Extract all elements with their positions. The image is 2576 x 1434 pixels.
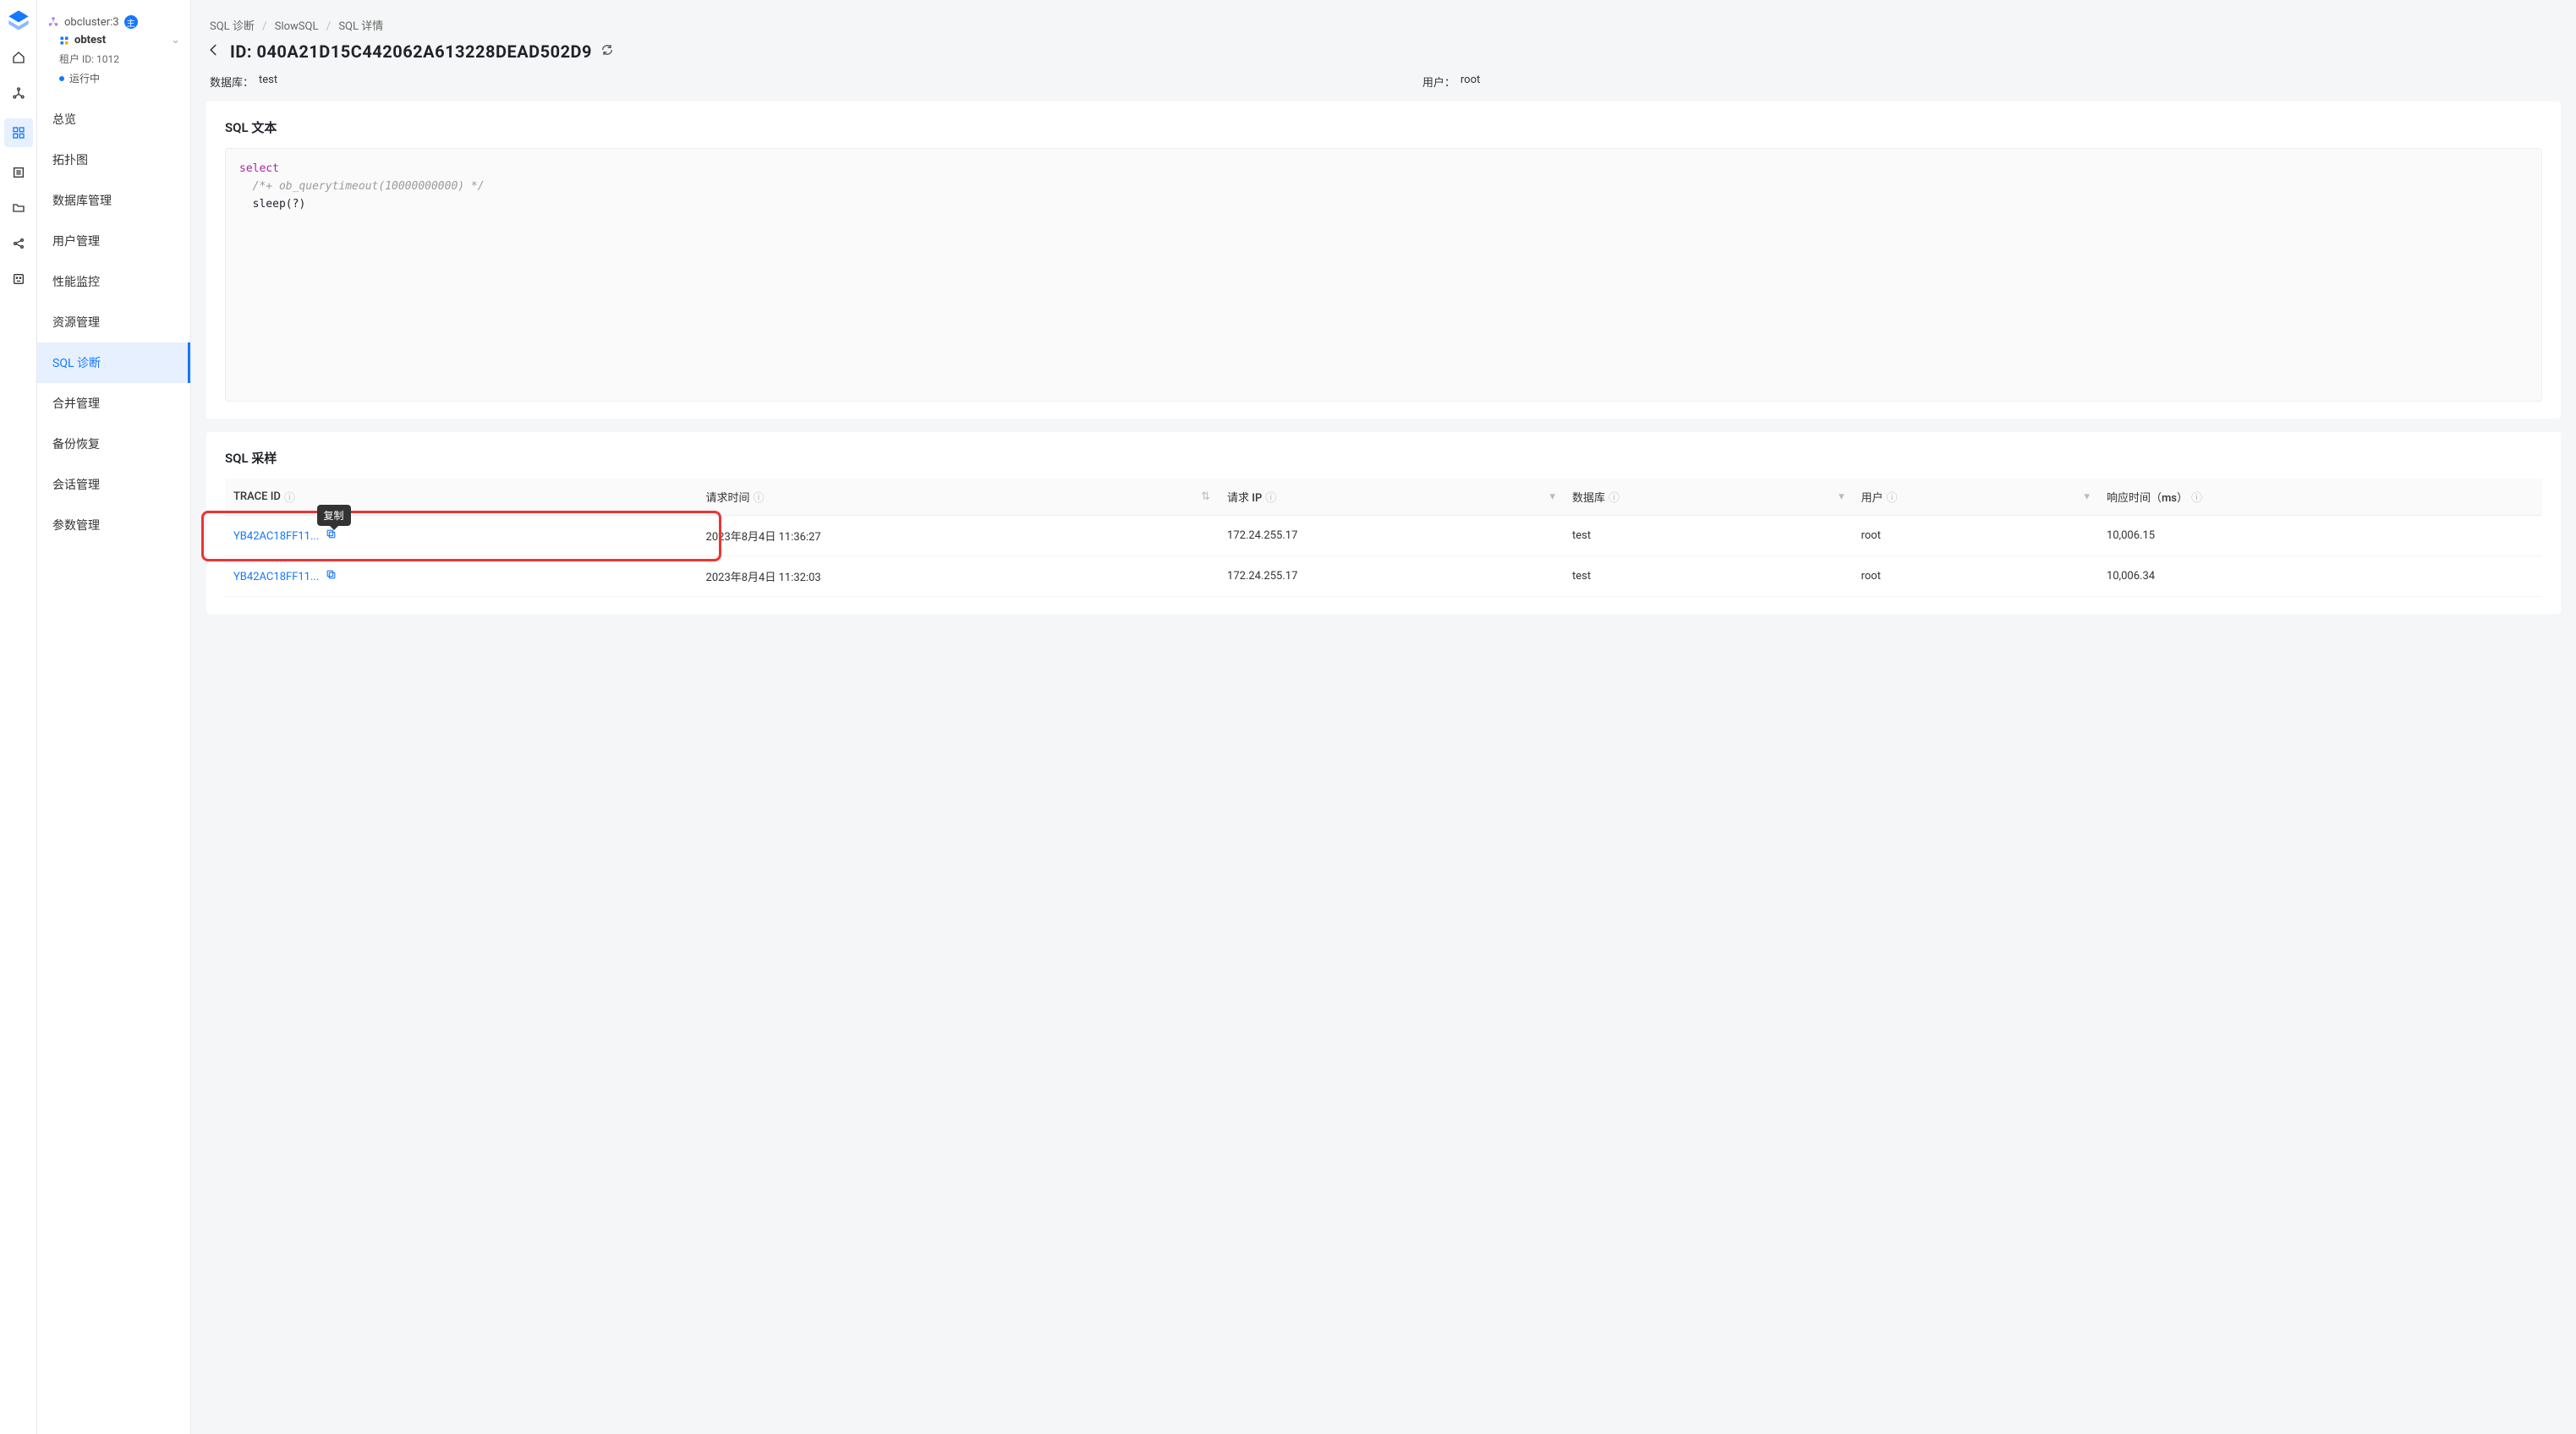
db-cell: test xyxy=(1564,556,1853,597)
sql-text-heading: SQL 文本 xyxy=(225,118,2542,136)
sql-sample-card: SQL 采样 TRACE IDⓘ 请求时间ⓘ⇅ 请求 IPⓘ▾ 数据库ⓘ▾ 用户… xyxy=(206,432,2561,614)
page-title: ID: 040A21D15C442062A613228DEAD502D9 xyxy=(230,41,592,62)
breadcrumb-sql-diag[interactable]: SQL 诊断 xyxy=(210,20,255,33)
table-row: YB42AC18FF11... 2023年8月4日 11:36:27172.24… xyxy=(225,516,2542,556)
tenant-icon xyxy=(59,36,69,46)
status-dot xyxy=(59,76,64,81)
tenant-id: 租户 ID: 1012 xyxy=(59,52,180,66)
sidebar-item-2[interactable]: 数据库管理 xyxy=(37,180,190,221)
topology-icon[interactable] xyxy=(8,83,29,103)
folder-icon[interactable] xyxy=(8,198,29,218)
primary-badge: 主 xyxy=(124,15,138,29)
info-icon: ⓘ xyxy=(284,489,295,505)
col-req-ip[interactable]: 请求 IPⓘ▾ xyxy=(1219,479,1564,516)
breadcrumb: SQL 诊断 / SlowSQL / SQL 详情 xyxy=(206,8,2561,41)
chevron-down-icon[interactable]: ⌄ xyxy=(171,34,180,47)
cluster-name[interactable]: obcluster:3 xyxy=(64,16,119,29)
user-label: 用户 xyxy=(1422,74,1455,90)
sql-sample-heading: SQL 采样 xyxy=(225,449,2542,467)
nav-items: 总览拓扑图数据库管理用户管理性能监控资源管理SQL 诊断合并管理备份恢复会话管理… xyxy=(37,99,190,545)
info-icon: ⓘ xyxy=(2191,489,2202,505)
home-icon[interactable] xyxy=(8,47,29,68)
col-user[interactable]: 用户ⓘ▾ xyxy=(1853,479,2098,516)
sidebar-item-7[interactable]: 合并管理 xyxy=(37,383,190,424)
icon-rail xyxy=(0,0,37,1434)
sidebar-item-3[interactable]: 用户管理 xyxy=(37,221,190,261)
filter-icon[interactable]: ▾ xyxy=(1839,490,1844,503)
col-trace-id[interactable]: TRACE IDⓘ xyxy=(225,479,698,516)
col-db[interactable]: 数据库ⓘ▾ xyxy=(1564,479,1853,516)
req-ip-cell: 172.24.255.17 xyxy=(1219,556,1564,597)
req-time-cell: 2023年8月4日 11:32:03 xyxy=(698,556,1219,597)
sidebar-item-1[interactable]: 拓扑图 xyxy=(37,140,190,180)
req-ip-cell: 172.24.255.17 xyxy=(1219,516,1564,556)
sort-icon[interactable]: ⇅ xyxy=(1201,490,1210,503)
col-resp-time[interactable]: 响应时间（ms）ⓘ xyxy=(2098,479,2542,516)
info-icon: ⓘ xyxy=(1609,489,1620,505)
refresh-button[interactable] xyxy=(600,43,614,60)
resp-time-cell: 10,006.34 xyxy=(2098,556,2542,597)
resp-time-cell: 10,006.15 xyxy=(2098,516,2542,556)
user-value: root xyxy=(1461,74,1480,90)
sidebar-item-10[interactable]: 参数管理 xyxy=(37,505,190,545)
sidebar-item-9[interactable]: 会话管理 xyxy=(37,464,190,505)
tenant-name[interactable]: obtest xyxy=(74,34,106,47)
filter-icon[interactable]: ▾ xyxy=(2084,490,2090,503)
main-content: SQL 诊断 / SlowSQL / SQL 详情 ID: 040A21D15C… xyxy=(191,0,2576,1434)
info-icon: ⓘ xyxy=(1887,489,1898,505)
db-value: test xyxy=(259,74,277,90)
cluster-icon xyxy=(47,16,59,28)
list-icon[interactable] xyxy=(8,162,29,183)
tenant-status: 运行中 xyxy=(59,71,180,85)
user-cell: root xyxy=(1853,556,2098,597)
info-icon: ⓘ xyxy=(1265,489,1276,505)
info-icon: ⓘ xyxy=(754,489,765,505)
grid-icon[interactable] xyxy=(4,118,33,147)
sidebar: obcluster:3 主 obtest ⌄ 租户 ID: 1012 运行中 总… xyxy=(37,0,191,1434)
sql-text-box[interactable]: select /*+ ob_querytimeout(10000000000) … xyxy=(225,148,2542,402)
req-time-cell: 2023年8月4日 11:36:27 xyxy=(698,516,1219,556)
copy-tooltip: 复制 xyxy=(317,505,351,526)
user-cell: root xyxy=(1853,516,2098,556)
breadcrumb-slowsql[interactable]: SlowSQL xyxy=(275,20,319,33)
filter-icon[interactable]: ▾ xyxy=(1549,490,1555,503)
col-req-time[interactable]: 请求时间ⓘ⇅ xyxy=(698,479,1219,516)
trace-id-link[interactable]: YB42AC18FF11... xyxy=(225,556,698,597)
share-icon[interactable] xyxy=(8,233,29,254)
sidebar-item-4[interactable]: 性能监控 xyxy=(37,261,190,302)
sidebar-item-6[interactable]: SQL 诊断 xyxy=(37,342,190,383)
copy-icon[interactable] xyxy=(326,571,337,583)
sidebar-item-8[interactable]: 备份恢复 xyxy=(37,424,190,464)
sidebar-item-5[interactable]: 资源管理 xyxy=(37,302,190,342)
app-logo xyxy=(7,8,30,32)
table-row: YB42AC18FF11... 2023年8月4日 11:32:03172.24… xyxy=(225,556,2542,597)
db-label: 数据库 xyxy=(210,74,254,90)
cluster-info: obcluster:3 主 obtest ⌄ 租户 ID: 1012 运行中 xyxy=(37,8,190,90)
breadcrumb-current: SQL 详情 xyxy=(338,20,383,33)
trace-id-link[interactable]: YB42AC18FF11... xyxy=(225,516,698,556)
back-button[interactable] xyxy=(206,42,222,61)
db-cell: test xyxy=(1564,516,1853,556)
face-icon[interactable] xyxy=(8,269,29,289)
sql-text-card: SQL 文本 select /*+ ob_querytimeout(100000… xyxy=(206,101,2561,419)
sidebar-item-0[interactable]: 总览 xyxy=(37,99,190,140)
